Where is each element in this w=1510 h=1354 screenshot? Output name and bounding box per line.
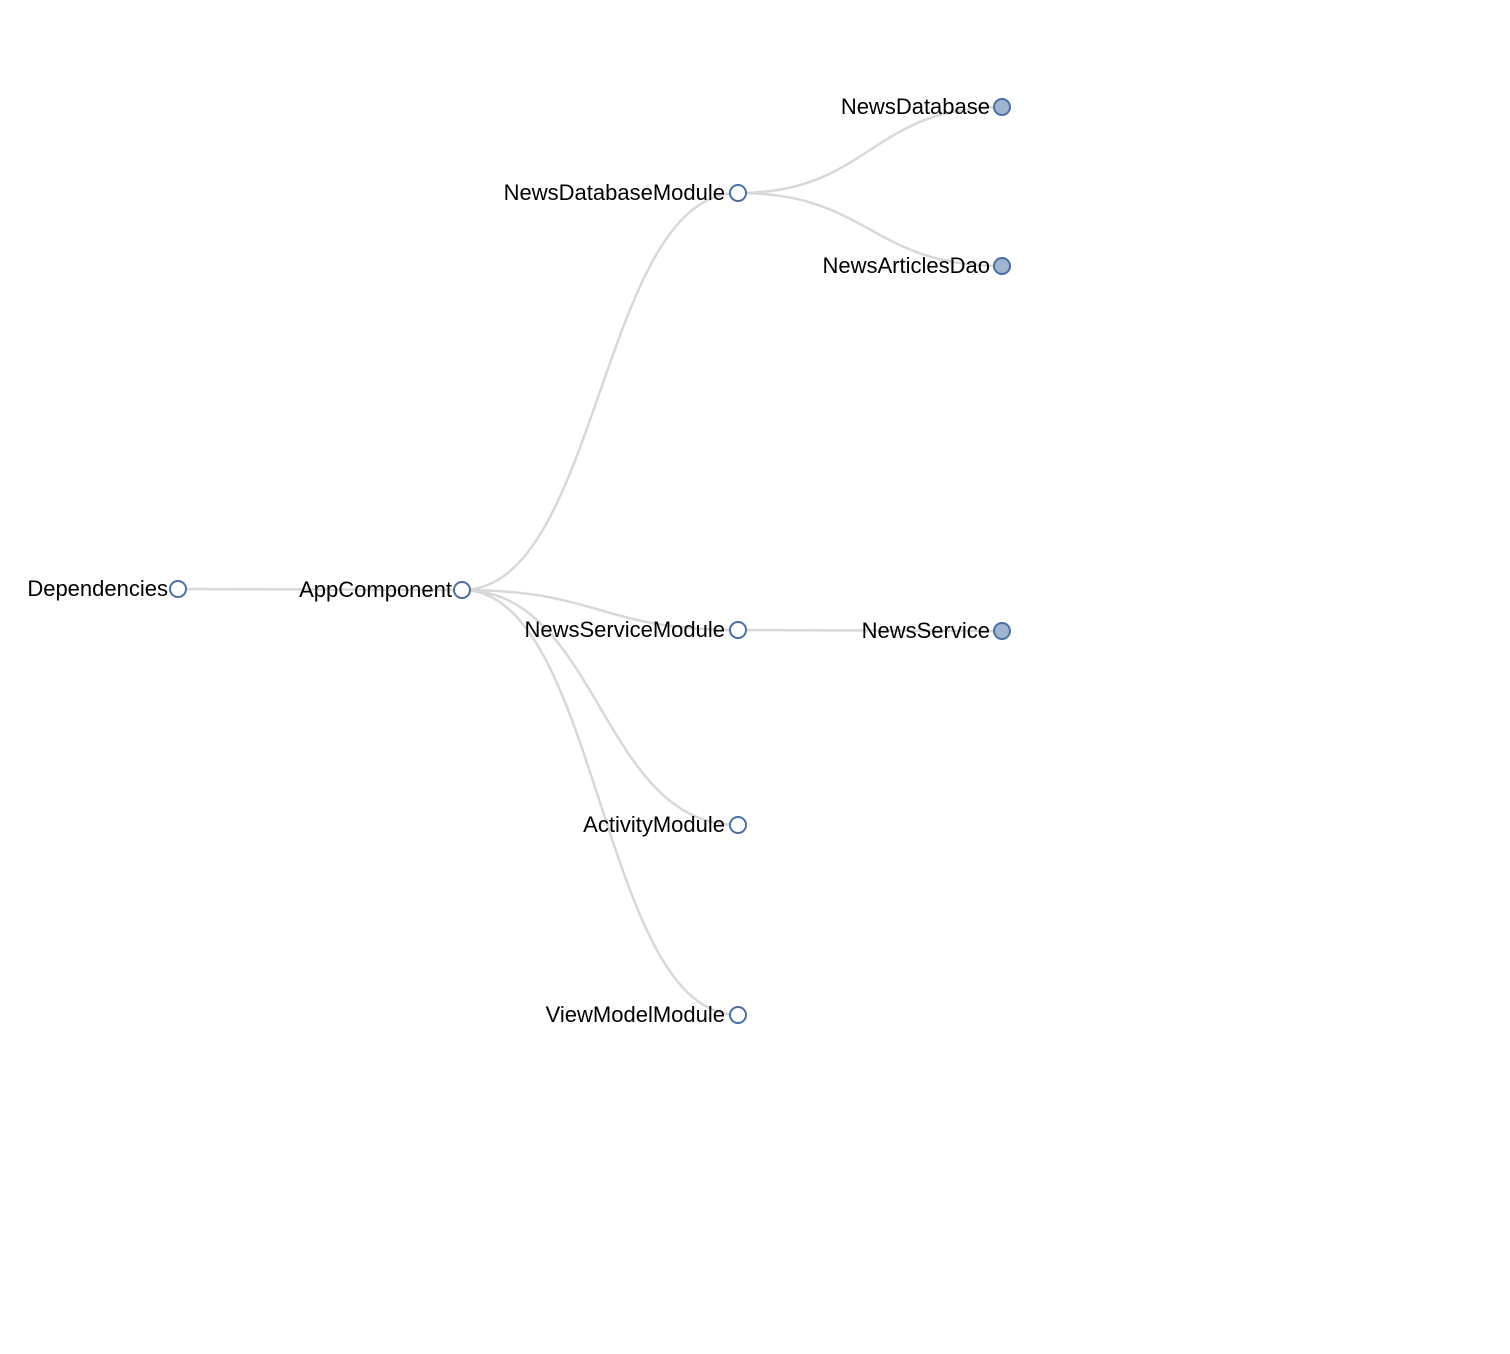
node-circle-viewmodelmodule[interactable]: [729, 1006, 747, 1024]
node-label-newsservice: NewsService: [862, 618, 990, 644]
node-circle-newsdatabase[interactable]: [993, 98, 1011, 116]
links-group: [178, 107, 1002, 1015]
node-label-dependencies: Dependencies: [27, 576, 168, 602]
node-circle-dependencies[interactable]: [169, 580, 187, 598]
node-circle-newsarticlesdao[interactable]: [993, 257, 1011, 275]
node-label-viewmodelmodule: ViewModelModule: [546, 1002, 725, 1028]
node-circle-appcomponent[interactable]: [453, 581, 471, 599]
node-circle-newsdatabasemodule[interactable]: [729, 184, 747, 202]
tree-diagram-svg: [0, 0, 1510, 1354]
link-appcomponent-viewmodelmodule: [462, 590, 738, 1015]
node-circle-newsservicemodule[interactable]: [729, 621, 747, 639]
node-circle-newsservice[interactable]: [993, 622, 1011, 640]
node-label-newsarticlesdao: NewsArticlesDao: [823, 253, 991, 279]
link-appcomponent-newsdatabasemodule: [462, 193, 738, 590]
node-label-newsdatabase: NewsDatabase: [841, 94, 990, 120]
node-label-appcomponent: AppComponent: [299, 577, 452, 603]
node-label-newsservicemodule: NewsServiceModule: [524, 617, 725, 643]
node-label-newsdatabasemodule: NewsDatabaseModule: [504, 180, 725, 206]
node-label-activitymodule: ActivityModule: [583, 812, 725, 838]
node-circle-activitymodule[interactable]: [729, 816, 747, 834]
